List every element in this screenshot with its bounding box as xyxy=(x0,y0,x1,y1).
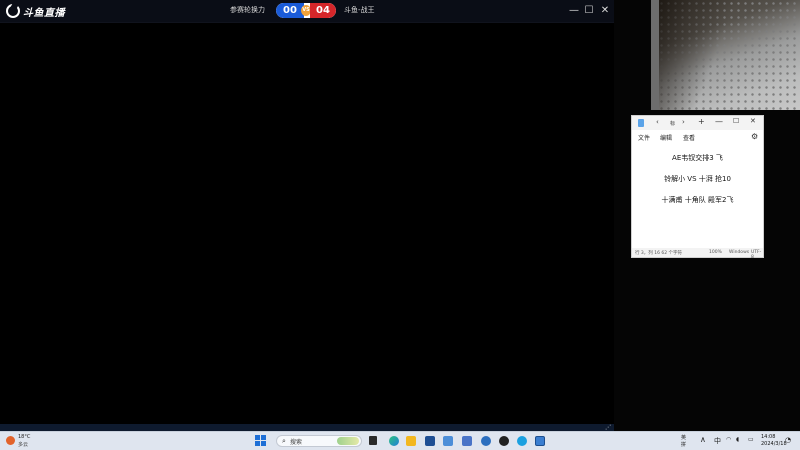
tray-label: 拼 xyxy=(681,442,687,448)
stream-window: 斗鱼直播 参赛轮换力 00 VS 04 斗鱼-战王 — ☐ ✕ ⋰ xyxy=(0,0,614,431)
zoom-level: 100% xyxy=(709,250,722,255)
logo-text: 斗鱼直播 xyxy=(23,7,65,19)
task-view-icon[interactable] xyxy=(369,436,377,445)
search-input[interactable]: ⌕ 搜索 xyxy=(276,435,362,447)
taskbar: 18°C 多云 ⌕ 搜索 英 拼 ∧ 中 ◠ ◖ ▭ 14:08 2024/3/… xyxy=(0,431,800,450)
minimize-button[interactable]: — xyxy=(566,3,582,19)
start-button[interactable] xyxy=(255,435,266,446)
close-button[interactable]: ✕ xyxy=(597,3,613,19)
input-method-icon[interactable]: 中 xyxy=(714,436,721,446)
app-icon[interactable] xyxy=(481,436,491,446)
text-line: 铃解小 VS 十湃 抢10 xyxy=(664,175,731,183)
new-tab-button[interactable]: + xyxy=(698,117,705,126)
notepad-window: ‹ 标 › + — ☐ ✕ 文件 编辑 查看 ⚙ AE韦钗交排3 飞 铃解小 V… xyxy=(631,115,764,260)
notepad-close-button[interactable]: ✕ xyxy=(750,117,756,125)
photos-icon[interactable] xyxy=(443,436,453,446)
tray-label: 英 xyxy=(681,435,687,441)
menu-view[interactable]: 查看 xyxy=(683,133,695,142)
clock-time[interactable]: 14:08 xyxy=(761,434,775,440)
stream-titlebar: 斗鱼直播 参赛轮换力 00 VS 04 斗鱼-战王 — ☐ ✕ xyxy=(0,0,614,23)
menu-file[interactable]: 文件 xyxy=(638,133,650,142)
weather-description: 多云 xyxy=(18,442,29,448)
settings-gear-icon[interactable]: ⚙ xyxy=(751,132,758,141)
text-line: AE韦钗交排3 飞 xyxy=(672,154,723,162)
search-icon: ⌕ xyxy=(282,437,286,445)
maximize-button[interactable]: ☐ xyxy=(581,3,597,19)
logo-icon xyxy=(6,4,20,18)
webcam-shadow xyxy=(651,0,800,110)
resize-grip-icon[interactable]: ⋰ xyxy=(605,424,613,431)
notepad-text-area[interactable]: AE韦钗交排3 飞 铃解小 VS 十湃 抢10 十满甫 十角队 殿军2飞 xyxy=(632,144,763,246)
windows-logo-icon xyxy=(255,435,260,440)
app-icon[interactable] xyxy=(517,436,527,446)
webcam-edge xyxy=(651,0,659,110)
encoding: UTF-8 xyxy=(751,250,762,260)
scoreboard: 00 VS 04 xyxy=(276,3,336,18)
edge-browser-icon[interactable] xyxy=(389,436,399,446)
app-logo: 斗鱼直播 xyxy=(6,3,65,19)
notepad-app-icon xyxy=(638,119,644,127)
chevron-up-icon[interactable]: ∧ xyxy=(700,435,706,444)
active-app-icon[interactable] xyxy=(535,436,545,446)
file-explorer-icon[interactable] xyxy=(406,436,416,446)
text-line: 十满甫 十角队 殿军2飞 xyxy=(661,196,734,204)
clock-date[interactable]: 2024/3/18 xyxy=(761,441,787,447)
notepad-maximize-button[interactable]: ☐ xyxy=(733,117,739,125)
weather-temperature: 18°C xyxy=(18,434,31,440)
store-icon[interactable] xyxy=(425,436,435,446)
stream-bottom-bar xyxy=(0,424,614,431)
volume-icon[interactable]: ◖ xyxy=(736,436,739,443)
match-title: 斗鱼-战王 xyxy=(344,6,375,14)
weather-widget[interactable]: 18°C 多云 xyxy=(6,434,46,449)
mail-icon[interactable] xyxy=(462,436,472,446)
notepad-menubar: 文件 编辑 查看 ⚙ xyxy=(632,132,763,143)
battery-icon[interactable]: ▭ xyxy=(748,436,754,443)
search-placeholder: 搜索 xyxy=(290,439,303,446)
line-ending: Windows xyxy=(729,250,750,255)
notepad-statusbar: 行 3，列 16 62 个字符 100% Windows UTF-8 xyxy=(632,248,763,260)
notification-icon[interactable]: ◔ xyxy=(785,436,791,444)
cursor-position: 行 3，列 16 62 个字符 xyxy=(635,251,683,256)
network-icon[interactable]: ◠ xyxy=(726,436,731,443)
score-blue: 00 xyxy=(276,3,304,18)
menu-edit[interactable]: 编辑 xyxy=(660,133,672,142)
tab-title[interactable]: 标 xyxy=(670,120,675,127)
notepad-minimize-button[interactable]: — xyxy=(715,117,723,126)
score-red: 04 xyxy=(310,3,336,18)
stream-title: 参赛轮换力 xyxy=(230,6,265,14)
tab-prev-icon[interactable]: ‹ xyxy=(656,118,659,126)
search-highlight-icon xyxy=(337,437,359,445)
tab-next-icon[interactable]: › xyxy=(682,118,685,126)
app-icon[interactable] xyxy=(499,436,509,446)
webcam-feed xyxy=(651,0,800,110)
notepad-titlebar: ‹ 标 › + — ☐ ✕ xyxy=(632,116,763,130)
weather-icon xyxy=(6,436,15,445)
